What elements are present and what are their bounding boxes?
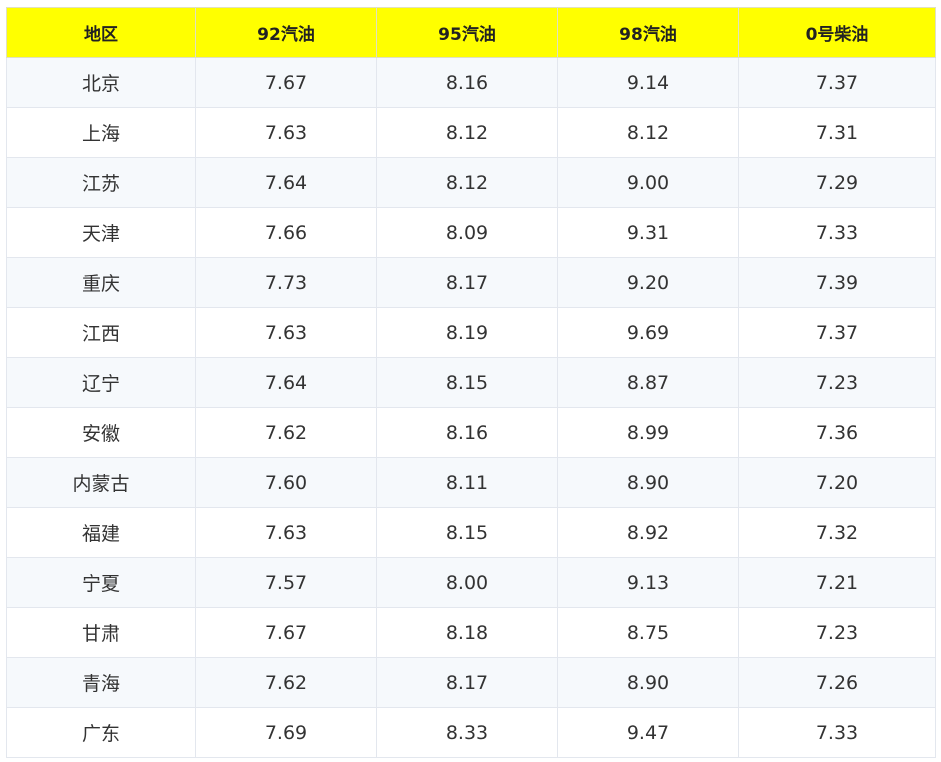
cell-region: 宁夏 (6, 557, 196, 608)
cell-0-diesel: 7.39 (738, 257, 936, 308)
cell-98-gasoline: 9.20 (557, 257, 739, 308)
header-98-gasoline: 98汽油 (557, 7, 739, 58)
cell-0-diesel: 7.20 (738, 457, 936, 508)
cell-92-gasoline: 7.66 (195, 207, 377, 258)
header-95-gasoline: 95汽油 (376, 7, 558, 58)
cell-95-gasoline: 8.00 (376, 557, 558, 608)
cell-region: 重庆 (6, 257, 196, 308)
cell-92-gasoline: 7.62 (195, 657, 377, 708)
cell-92-gasoline: 7.63 (195, 307, 377, 358)
cell-92-gasoline: 7.64 (195, 357, 377, 408)
cell-0-diesel: 7.33 (738, 707, 936, 758)
cell-95-gasoline: 8.12 (376, 107, 558, 158)
cell-0-diesel: 7.23 (738, 607, 936, 658)
cell-95-gasoline: 8.17 (376, 257, 558, 308)
cell-92-gasoline: 7.57 (195, 557, 377, 608)
cell-region: 内蒙古 (6, 457, 196, 508)
table-row: 宁夏 7.57 8.00 9.13 7.21 (6, 557, 936, 608)
cell-98-gasoline: 8.90 (557, 657, 739, 708)
cell-0-diesel: 7.31 (738, 107, 936, 158)
cell-0-diesel: 7.33 (738, 207, 936, 258)
cell-0-diesel: 7.37 (738, 57, 936, 108)
cell-95-gasoline: 8.12 (376, 157, 558, 208)
cell-92-gasoline: 7.63 (195, 507, 377, 558)
header-0-diesel: 0号柴油 (738, 7, 936, 58)
cell-95-gasoline: 8.15 (376, 507, 558, 558)
cell-region: 上海 (6, 107, 196, 158)
cell-0-diesel: 7.32 (738, 507, 936, 558)
cell-region: 辽宁 (6, 357, 196, 408)
cell-region: 江西 (6, 307, 196, 358)
cell-region: 青海 (6, 657, 196, 708)
cell-98-gasoline: 9.47 (557, 707, 739, 758)
cell-region: 甘肃 (6, 607, 196, 658)
cell-92-gasoline: 7.67 (195, 607, 377, 658)
cell-92-gasoline: 7.73 (195, 257, 377, 308)
header-row: 地区 92汽油 95汽油 98汽油 0号柴油 (6, 7, 936, 58)
table-row: 青海 7.62 8.17 8.90 7.26 (6, 657, 936, 708)
cell-98-gasoline: 8.12 (557, 107, 739, 158)
table-row: 天津 7.66 8.09 9.31 7.33 (6, 207, 936, 258)
table-row: 北京 7.67 8.16 9.14 7.37 (6, 57, 936, 108)
table-row: 重庆 7.73 8.17 9.20 7.39 (6, 257, 936, 308)
cell-95-gasoline: 8.16 (376, 57, 558, 108)
cell-98-gasoline: 8.90 (557, 457, 739, 508)
cell-95-gasoline: 8.16 (376, 407, 558, 458)
table-row: 上海 7.63 8.12 8.12 7.31 (6, 107, 936, 158)
table-row: 安徽 7.62 8.16 8.99 7.36 (6, 407, 936, 458)
cell-0-diesel: 7.23 (738, 357, 936, 408)
cell-98-gasoline: 8.75 (557, 607, 739, 658)
table-row: 江苏 7.64 8.12 9.00 7.29 (6, 157, 936, 208)
table-row: 辽宁 7.64 8.15 8.87 7.23 (6, 357, 936, 408)
cell-region: 福建 (6, 507, 196, 558)
cell-region: 天津 (6, 207, 196, 258)
cell-95-gasoline: 8.17 (376, 657, 558, 708)
cell-92-gasoline: 7.62 (195, 407, 377, 458)
cell-region: 安徽 (6, 407, 196, 458)
cell-95-gasoline: 8.19 (376, 307, 558, 358)
cell-0-diesel: 7.21 (738, 557, 936, 608)
table-row: 福建 7.63 8.15 8.92 7.32 (6, 507, 936, 558)
cell-0-diesel: 7.37 (738, 307, 936, 358)
cell-region: 广东 (6, 707, 196, 758)
cell-98-gasoline: 8.87 (557, 357, 739, 408)
cell-98-gasoline: 9.13 (557, 557, 739, 608)
cell-98-gasoline: 9.00 (557, 157, 739, 208)
cell-95-gasoline: 8.18 (376, 607, 558, 658)
cell-95-gasoline: 8.11 (376, 457, 558, 508)
table-row: 内蒙古 7.60 8.11 8.90 7.20 (6, 457, 936, 508)
cell-region: 北京 (6, 57, 196, 108)
table-row: 江西 7.63 8.19 9.69 7.37 (6, 307, 936, 358)
cell-95-gasoline: 8.09 (376, 207, 558, 258)
fuel-price-table: 地区 92汽油 95汽油 98汽油 0号柴油 北京 7.67 8.16 9.14 7.3… (6, 7, 936, 758)
cell-0-diesel: 7.36 (738, 407, 936, 458)
header-region: 地区 (6, 7, 196, 58)
cell-98-gasoline: 9.31 (557, 207, 739, 258)
cell-0-diesel: 7.26 (738, 657, 936, 708)
table-row: 甘肃 7.67 8.18 8.75 7.23 (6, 607, 936, 658)
cell-98-gasoline: 8.92 (557, 507, 739, 558)
fuel-price-table-container: 地区 92汽油 95汽油 98汽油 0号柴油 北京 7.67 8.16 9.14 7.3… (6, 7, 936, 758)
cell-92-gasoline: 7.69 (195, 707, 377, 758)
cell-95-gasoline: 8.33 (376, 707, 558, 758)
cell-0-diesel: 7.29 (738, 157, 936, 208)
cell-92-gasoline: 7.60 (195, 457, 377, 508)
cell-92-gasoline: 7.63 (195, 107, 377, 158)
table-header: 地区 92汽油 95汽油 98汽油 0号柴油 (6, 7, 936, 58)
cell-92-gasoline: 7.67 (195, 57, 377, 108)
cell-98-gasoline: 9.69 (557, 307, 739, 358)
table-body: 北京 7.67 8.16 9.14 7.37 上海 7.63 8.12 8.12 7.31 江苏 7.… (6, 57, 936, 758)
cell-95-gasoline: 8.15 (376, 357, 558, 408)
header-92-gasoline: 92汽油 (195, 7, 377, 58)
table-row: 广东 7.69 8.33 9.47 7.33 (6, 707, 936, 758)
cell-98-gasoline: 8.99 (557, 407, 739, 458)
cell-92-gasoline: 7.64 (195, 157, 377, 208)
cell-region: 江苏 (6, 157, 196, 208)
cell-98-gasoline: 9.14 (557, 57, 739, 108)
